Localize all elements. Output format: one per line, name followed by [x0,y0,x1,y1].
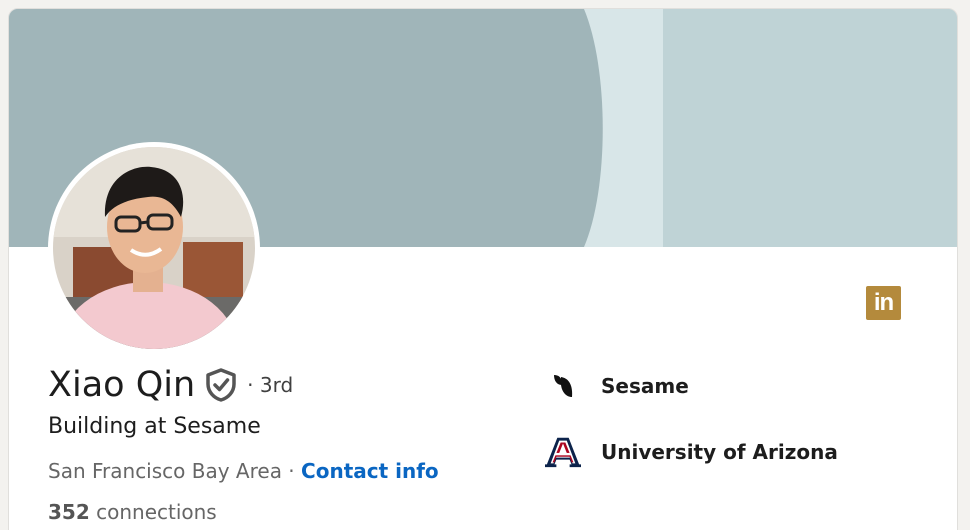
profile-avatar[interactable] [48,142,260,354]
profile-card: in Xiao Qin · 3rd Building at Sesame San… [8,8,958,530]
university-of-arizona-logo-icon [545,434,581,470]
separator: · [281,459,302,483]
profile-name: Xiao Qin [48,365,196,405]
sesame-logo-icon [545,368,581,404]
linkedin-badge-icon[interactable]: in [866,286,901,320]
education-school[interactable]: University of Arizona [545,434,838,470]
connections-label: connections [89,500,217,524]
connections-count: 352 [48,500,90,524]
connections-row[interactable]: 352 connections [48,500,217,524]
current-company[interactable]: Sesame [545,368,689,404]
company-name: Sesame [601,374,689,398]
verified-shield-icon[interactable] [205,368,237,402]
contact-info-link[interactable]: Contact info [301,459,439,483]
school-name: University of Arizona [601,440,838,464]
profile-location: San Francisco Bay Area [48,459,282,483]
location-row: San Francisco Bay Area · Contact info [48,459,439,483]
profile-headline: Building at Sesame [48,414,261,439]
connection-degree: · 3rd [247,373,294,397]
avatar-photo [53,147,255,349]
name-row: Xiao Qin · 3rd [48,365,293,405]
